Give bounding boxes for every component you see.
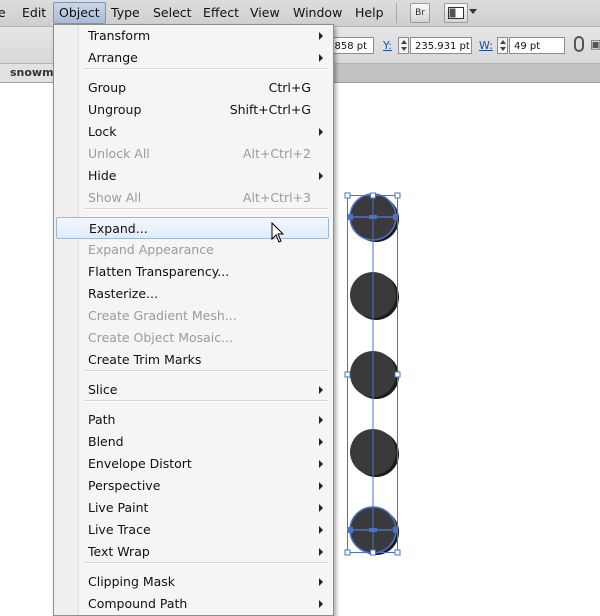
y-label: Y: xyxy=(383,39,392,52)
width-field[interactable]: 49 pt xyxy=(509,37,565,54)
chevron-down-icon[interactable] xyxy=(469,9,477,14)
menu-item-text-wrap[interactable]: Text Wrap xyxy=(56,541,329,563)
menu-item-blend[interactable]: Blend xyxy=(56,431,329,453)
y-position-field[interactable]: 235.931 pt xyxy=(410,37,472,54)
menu-item-rasterize[interactable]: Rasterize... xyxy=(56,283,329,305)
menu-item-label: Live Trace xyxy=(88,522,151,537)
menu-item-shortcut: Alt+Ctrl+2 xyxy=(242,146,311,161)
submenu-arrow-icon xyxy=(319,600,323,608)
menu-item-group[interactable]: Group Ctrl+G xyxy=(56,77,329,99)
object-menu-dropdown: Transform Arrange Group Ctrl+G Ungroup Shift+… xyxy=(53,24,334,616)
submenu-arrow-icon xyxy=(319,386,323,394)
submenu-arrow-icon xyxy=(319,482,323,490)
menu-item-create-object-mosaic: Create Object Mosaic... xyxy=(56,327,329,349)
menu-item-label: Perspective xyxy=(88,478,161,493)
menu-item-label: Expand Appearance xyxy=(88,242,214,257)
menubar-divider xyxy=(396,3,397,23)
menu-item-lock[interactable]: Lock xyxy=(56,121,329,143)
menu-item-label: Flatten Transparency... xyxy=(88,264,230,279)
submenu-arrow-icon xyxy=(319,416,323,424)
menu-item-slice[interactable]: Slice xyxy=(56,379,329,401)
menu-item-label: Rasterize... xyxy=(88,286,158,301)
menu-item-expand[interactable]: Expand... xyxy=(56,217,329,239)
menu-item-expand-appearance: Expand Appearance xyxy=(56,239,329,261)
menu-item-ungroup[interactable]: Ungroup Shift+Ctrl+G xyxy=(56,99,329,121)
menu-item-live-paint[interactable]: Live Paint xyxy=(56,497,329,519)
menu-item-shortcut: Alt+Ctrl+3 xyxy=(242,190,311,205)
submenu-arrow-icon xyxy=(319,128,323,136)
menu-item-live-trace[interactable]: Live Trace xyxy=(56,519,329,541)
menu-item-hide[interactable]: Hide xyxy=(56,165,329,187)
menu-item-shortcut: Shift+Ctrl+G xyxy=(229,102,311,117)
menu-item-label: Blend xyxy=(88,434,124,449)
menu-item-envelope-distort[interactable]: Envelope Distort xyxy=(56,453,329,475)
submenu-arrow-icon xyxy=(319,548,323,556)
menu-item-label: Clipping Mask xyxy=(88,574,176,589)
menu-item-perspective[interactable]: Perspective xyxy=(56,475,329,497)
menu-item-label: Arrange xyxy=(88,50,138,65)
menu-item-label: Envelope Distort xyxy=(88,456,192,471)
menu-item-path[interactable]: Path xyxy=(56,409,329,431)
menu-item-clipping-mask[interactable]: Clipping Mask xyxy=(56,571,329,593)
menu-item-label: Transform xyxy=(88,28,151,43)
menu-item-label: Ungroup xyxy=(88,102,142,117)
menu-item-label: Create Gradient Mesh... xyxy=(88,308,237,323)
menu-item-transform[interactable]: Transform xyxy=(56,25,329,47)
menu-item-arrange[interactable]: Arrange xyxy=(56,47,329,69)
menu-item-create-gradient-mesh: Create Gradient Mesh... xyxy=(56,305,329,327)
submenu-arrow-icon xyxy=(319,54,323,62)
menu-window[interactable]: Window xyxy=(293,0,342,26)
menu-object[interactable]: Object xyxy=(53,2,106,24)
menu-help[interactable]: Help xyxy=(355,0,384,26)
w-label: W: xyxy=(479,39,493,52)
menu-item-label: Show All xyxy=(88,190,142,205)
menu-type[interactable]: Type xyxy=(111,0,140,26)
menu-select[interactable]: Select xyxy=(153,0,192,26)
menu-item-label: Compound Path xyxy=(88,596,188,611)
menu-edit[interactable]: Edit xyxy=(22,0,46,26)
circle-shapes xyxy=(350,194,399,555)
document-tab[interactable]: snowma xyxy=(0,64,60,82)
constrain-proportions-icon[interactable] xyxy=(574,36,584,52)
mouse-cursor-icon xyxy=(271,222,285,243)
bridge-button[interactable]: Br xyxy=(410,3,430,23)
menu-item-label: Text Wrap xyxy=(88,544,150,559)
menu-file[interactable]: e xyxy=(0,0,6,26)
arrange-documents-icon[interactable] xyxy=(444,3,468,23)
menu-item-label: Unlock All xyxy=(88,146,150,161)
w-stepper[interactable] xyxy=(497,37,508,54)
submenu-arrow-icon xyxy=(319,526,323,534)
submenu-arrow-icon xyxy=(319,172,323,180)
submenu-arrow-icon xyxy=(319,578,323,586)
submenu-arrow-icon xyxy=(319,438,323,446)
menu-item-label: Create Trim Marks xyxy=(88,352,202,367)
menu-item-label: Group xyxy=(88,80,127,95)
menu-item-label: Slice xyxy=(88,382,118,397)
menu-item-label: Create Object Mosaic... xyxy=(88,330,234,345)
menu-item-label: Expand... xyxy=(89,221,148,236)
menu-effect[interactable]: Effect xyxy=(203,0,239,26)
canvas-area xyxy=(0,83,54,600)
reference-point-icon[interactable]: ▣ xyxy=(590,37,600,53)
menu-item-label: Hide xyxy=(88,168,117,183)
menu-item-flatten-transparency[interactable]: Flatten Transparency... xyxy=(56,261,329,283)
menu-item-show-all: Show All Alt+Ctrl+3 xyxy=(56,187,329,209)
artboard-selection[interactable] xyxy=(330,185,420,565)
menu-item-create-trim-marks[interactable]: Create Trim Marks xyxy=(56,349,329,371)
submenu-arrow-icon xyxy=(319,504,323,512)
y-stepper[interactable] xyxy=(398,37,409,54)
submenu-arrow-icon xyxy=(319,32,323,40)
menu-bar: e Edit Object Type Select Effect View Wi… xyxy=(0,0,600,27)
menu-item-shortcut: Ctrl+G xyxy=(268,80,311,95)
menu-item-unlock-all: Unlock All Alt+Ctrl+2 xyxy=(56,143,329,165)
menu-item-compound-path[interactable]: Compound Path xyxy=(56,593,329,615)
menu-item-label: Lock xyxy=(88,124,117,139)
menu-item-label: Path xyxy=(88,412,116,427)
menu-item-label: Live Paint xyxy=(88,500,149,515)
menu-view[interactable]: View xyxy=(250,0,280,26)
submenu-arrow-icon xyxy=(319,460,323,468)
